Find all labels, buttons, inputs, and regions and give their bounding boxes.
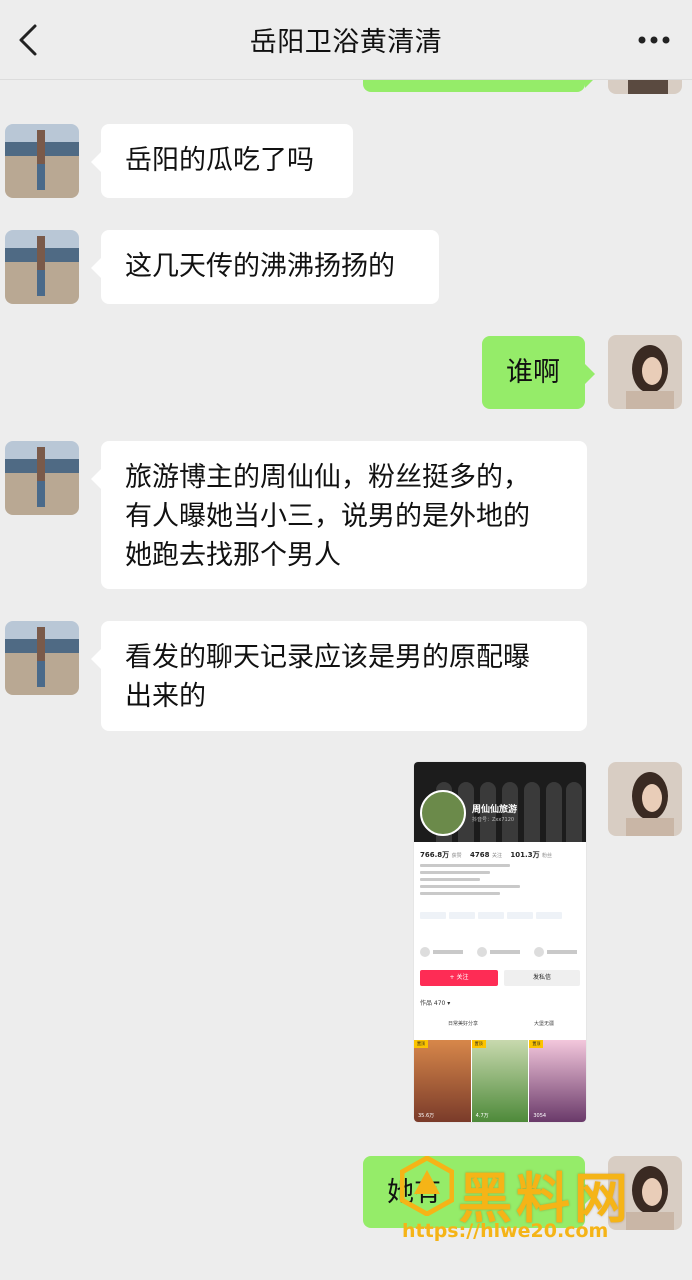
beach-photo-avatar xyxy=(5,441,79,515)
profile-tags xyxy=(420,912,580,919)
profile-stats: 766.8万 获赞 4768 关注 101.3万 粉丝 xyxy=(420,851,553,859)
profile-name: 周仙仙旅游 xyxy=(472,805,518,815)
profile-screenshot-image[interactable]: 周仙仙旅游 抖音号：Zxx7120 766.8万 获赞 4768 关注 101.… xyxy=(414,762,586,1122)
message-bubble[interactable]: 谁啊 xyxy=(482,336,595,409)
works-count: 作品 470 ▾ xyxy=(420,1000,451,1007)
ellipsis-icon xyxy=(638,36,670,44)
contact-avatar[interactable] xyxy=(5,621,79,695)
follow-button: + 关注 xyxy=(420,970,498,986)
self-avatar[interactable] xyxy=(608,335,682,409)
self-avatar[interactable] xyxy=(608,762,682,836)
profile-feature-row xyxy=(420,940,582,964)
beach-photo-avatar xyxy=(5,124,79,198)
profile-id: 抖音号：Zxx7120 xyxy=(472,817,515,823)
collection-tabs: 日常美好分享 大堡无疆 xyxy=(447,1021,554,1027)
watermark-logo-icon xyxy=(400,1156,454,1216)
chat-header: 岳阳卫浴黄清清 xyxy=(0,0,692,80)
beach-photo-avatar xyxy=(5,621,79,695)
more-button[interactable] xyxy=(634,24,674,56)
message-bubble[interactable]: 岳阳的瓜吃了吗 xyxy=(91,124,353,198)
contact-avatar[interactable] xyxy=(5,441,79,515)
portrait-photo-avatar xyxy=(608,335,682,409)
watermark-url: https://hlwe20.com xyxy=(402,1220,609,1242)
profile-bio xyxy=(420,864,580,899)
private-message-button: 发私信 xyxy=(504,970,580,986)
portrait-photo-avatar xyxy=(608,762,682,836)
profile-avatar xyxy=(420,790,466,836)
video-thumbnails: 置顶 35.6万 置顶 4.7万 置顶 3054 xyxy=(414,1040,586,1122)
message-bubble[interactable]: 旅游博主的周仙仙，粉丝挺多的， 有人曝她当小三，说男的是外地的 她跑去找那个男人 xyxy=(91,441,587,589)
site-watermark: 黑料网 https://hlwe20.com xyxy=(396,1150,688,1250)
message-bubble[interactable]: 看发的聊天记录应该是男的原配曝 出来的 xyxy=(91,621,587,731)
beach-photo-avatar xyxy=(5,230,79,304)
chat-title: 岳阳卫浴黄清清 xyxy=(249,27,443,58)
contact-avatar[interactable] xyxy=(5,124,79,198)
contact-avatar[interactable] xyxy=(5,230,79,304)
message-bubble[interactable]: 这几天传的沸沸扬扬的 xyxy=(91,230,439,304)
